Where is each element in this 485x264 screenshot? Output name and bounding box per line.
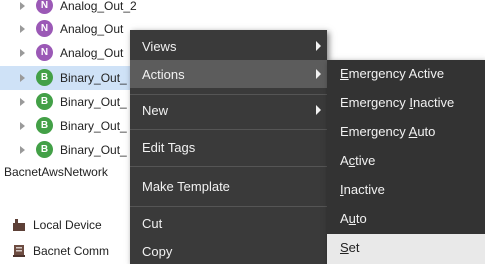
menu-item-label: Actions <box>142 66 185 82</box>
submenu-arrow-icon <box>316 69 321 79</box>
action-emergency-auto[interactable]: Emergency Auto <box>327 118 485 147</box>
menu-item-label: Views <box>142 38 177 54</box>
action-label: Inactive <box>340 182 385 197</box>
menu-item-label: Edit Tags <box>142 139 196 155</box>
numeric-point-icon: N <box>36 0 53 14</box>
tree-node-label: Binary_Out_ <box>60 143 127 157</box>
expand-arrow-icon[interactable] <box>20 49 25 57</box>
tree-node-label: Analog_Out_2 <box>60 0 137 13</box>
submenu-arrow-icon <box>316 105 321 115</box>
menu-item-label: Copy <box>142 243 173 259</box>
expand-arrow-icon[interactable] <box>20 74 25 82</box>
tree-node-label: Analog_Out <box>60 22 124 36</box>
action-emergency-inactive[interactable]: Emergency Inactive <box>327 89 485 118</box>
action-inactive[interactable]: Inactive <box>327 176 485 205</box>
tree-node-label: Binary_Out_ <box>60 95 127 109</box>
action-label: Set <box>340 240 360 255</box>
submenu-arrow-icon <box>316 41 321 51</box>
menu-separator <box>130 206 327 207</box>
menu-separator <box>130 166 327 167</box>
tree-node-label: BacnetAwsNetwork <box>4 165 108 179</box>
expand-arrow-icon[interactable] <box>20 122 25 130</box>
action-set[interactable]: Set <box>327 234 485 264</box>
tree-node-analog-out-2[interactable]: N Analog_Out_2 <box>0 0 380 18</box>
tree-node-label: Binary_Out_ <box>60 119 127 133</box>
workspace: N Analog_Out_2 N Analog_Out N Analog_Out… <box>0 0 485 264</box>
menu-item-edit-tags[interactable]: Edit Tags <box>130 131 327 163</box>
tree-node-label: Binary_Out_ <box>60 71 127 85</box>
action-active[interactable]: Active <box>327 147 485 176</box>
action-label: Active <box>340 153 376 168</box>
binary-point-icon: B <box>36 141 53 158</box>
menu-item-cut[interactable]: Cut <box>130 209 327 237</box>
menu-item-actions[interactable]: Actions <box>130 60 327 88</box>
action-label: Emergency Auto <box>340 124 436 139</box>
menu-item-label: Cut <box>142 215 163 231</box>
tree-node-label: Analog_Out <box>60 46 124 60</box>
context-menu: Views Actions New Edit Tags Make Templat… <box>130 30 327 264</box>
expand-arrow-icon[interactable] <box>20 146 25 154</box>
action-label: Auto <box>340 211 367 226</box>
device-icon <box>13 219 25 231</box>
expand-arrow-icon[interactable] <box>20 98 25 106</box>
menu-item-copy[interactable]: Copy <box>130 237 327 264</box>
menu-item-label: New <box>142 102 169 118</box>
binary-point-icon: B <box>36 117 53 134</box>
menu-item-views[interactable]: Views <box>130 32 327 60</box>
actions-submenu: Emergency Active Emergency Inactive Emer… <box>327 60 485 264</box>
menu-item-make-template[interactable]: Make Template <box>130 170 327 202</box>
action-label: Emergency Inactive <box>340 95 455 110</box>
expand-arrow-icon[interactable] <box>20 25 25 33</box>
comm-icon <box>13 245 25 257</box>
action-label: Emergency Active <box>340 66 445 81</box>
action-emergency-active[interactable]: Emergency Active <box>327 60 485 89</box>
numeric-point-icon: N <box>36 20 53 37</box>
menu-item-new[interactable]: New <box>130 95 327 125</box>
numeric-point-icon: N <box>36 44 53 61</box>
menu-item-label: Make Template <box>142 178 230 194</box>
expand-arrow-icon[interactable] <box>20 2 25 10</box>
binary-point-icon: B <box>36 93 53 110</box>
tree-node-label: Bacnet Comm <box>33 244 110 258</box>
tree-node-label: Local Device <box>33 218 102 232</box>
menu-separator <box>130 129 327 130</box>
action-auto[interactable]: Auto <box>327 205 485 234</box>
binary-point-icon: B <box>36 69 53 86</box>
